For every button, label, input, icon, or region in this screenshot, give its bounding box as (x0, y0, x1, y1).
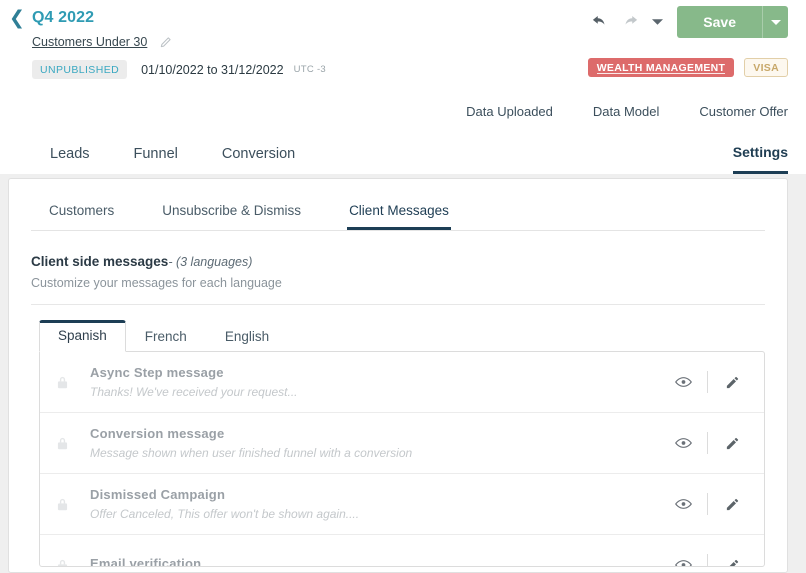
list-item-text: Email verification (70, 555, 667, 567)
section-title-text: Client side messages (31, 254, 169, 269)
settings-panel: Customers Unsubscribe & Dismiss Client M… (8, 178, 788, 573)
undo-arrow-icon[interactable] (587, 9, 613, 35)
eye-icon[interactable] (667, 491, 699, 517)
tab-settings[interactable]: Settings (732, 144, 788, 174)
redo-arrow-icon[interactable] (617, 9, 643, 35)
top-navigation-lower: Leads Funnel Conversion Settings (0, 126, 806, 174)
nav-item-data-uploaded[interactable]: Data Uploaded (466, 104, 553, 119)
tab-leads[interactable]: Leads (50, 146, 90, 174)
tag-visa[interactable]: VISA (744, 57, 788, 77)
list-item-actions (667, 552, 748, 566)
language-tab-english[interactable]: English (206, 321, 288, 352)
pencil-icon[interactable] (716, 369, 748, 395)
message-title: Conversion message (90, 425, 225, 441)
section-header: Client side messages- (3 languages) Cust… (31, 231, 765, 305)
subtab-unsubscribe-dismiss[interactable]: Unsubscribe & Dismiss (160, 203, 303, 230)
section-title: Client side messages- (3 languages) (31, 253, 765, 271)
action-divider (707, 432, 708, 454)
list-item-actions (667, 430, 748, 456)
timezone-label: UTC -3 (293, 64, 327, 75)
main-panel-wrapper: Customers Unsubscribe & Dismiss Client M… (0, 174, 806, 573)
eye-icon[interactable] (667, 430, 699, 456)
segment-link[interactable]: Customers Under 30 (32, 35, 147, 49)
pencil-icon[interactable] (716, 430, 748, 456)
pencil-icon[interactable] (716, 552, 748, 566)
nav-item-customer-offer[interactable]: Customer Offer (699, 104, 788, 119)
subtab-client-messages[interactable]: Client Messages (347, 203, 451, 230)
page-header: ❮ Q4 2022 Customers Under 30 UNPUBLISHED… (0, 0, 806, 96)
section-title-suffix: - (3 languages) (168, 255, 253, 269)
edit-segment-pencil-icon[interactable] (159, 35, 173, 49)
history-chevron-down-icon[interactable] (647, 9, 667, 35)
save-button-group: Save (677, 6, 788, 38)
campaign-tags: WEALTH MANAGEMENT VISA (587, 56, 788, 78)
nav-item-data-model[interactable]: Data Model (593, 104, 659, 119)
list-item[interactable]: Async Step message Thanks! We've receive… (40, 352, 764, 413)
date-range-label: 01/10/2022 to 31/12/2022 (141, 62, 284, 77)
lock-icon (54, 376, 70, 389)
eye-icon[interactable] (667, 369, 699, 395)
language-tab-french[interactable]: French (126, 321, 206, 352)
client-messages-list: Async Step message Thanks! We've receive… (39, 351, 765, 567)
back-navigation-chevron-left-icon[interactable]: ❮ (8, 8, 26, 28)
list-item-text: Conversion message Message shown when us… (70, 425, 667, 462)
lock-icon (54, 498, 70, 511)
message-title: Async Step message (90, 364, 224, 380)
tab-conversion[interactable]: Conversion (222, 146, 295, 174)
header-actions: Save (587, 6, 788, 38)
tag-wealth-management[interactable]: WEALTH MANAGEMENT (587, 57, 735, 77)
lock-icon (54, 559, 70, 566)
message-description: Thanks! We've received your request... (90, 384, 298, 399)
lock-icon (54, 437, 70, 450)
save-options-chevron-down-icon[interactable] (762, 6, 788, 38)
language-tabs: Spanish French English (31, 319, 765, 352)
message-description: Offer Canceled, This offer won't be show… (90, 506, 360, 521)
list-item[interactable]: Conversion message Message shown when us… (40, 413, 764, 474)
list-item[interactable]: Email verification (40, 535, 764, 567)
action-divider (707, 493, 708, 515)
list-item-text: Dismissed Campaign Offer Canceled, This … (70, 486, 667, 523)
status-badge[interactable]: UNPUBLISHED (32, 60, 128, 79)
action-divider (707, 371, 708, 393)
top-navigation: Data Uploaded Data Model Customer Offer … (0, 96, 806, 174)
message-description: Message shown when user finished funnel … (90, 445, 413, 460)
list-item-actions (667, 491, 748, 517)
tab-funnel[interactable]: Funnel (134, 146, 178, 174)
list-item[interactable]: Dismissed Campaign Offer Canceled, This … (40, 474, 764, 535)
save-button[interactable]: Save (677, 6, 762, 38)
pencil-icon[interactable] (716, 491, 748, 517)
top-navigation-upper: Data Uploaded Data Model Customer Offer (0, 96, 806, 126)
settings-subtabs: Customers Unsubscribe & Dismiss Client M… (31, 179, 765, 231)
action-divider (707, 554, 708, 566)
message-title: Email verification (90, 556, 202, 567)
language-tab-spanish[interactable]: Spanish (39, 320, 126, 352)
list-item-actions (667, 369, 748, 395)
subtab-customers[interactable]: Customers (47, 203, 116, 230)
message-title: Dismissed Campaign (90, 486, 226, 502)
eye-icon[interactable] (667, 552, 699, 566)
section-subtitle: Customize your messages for each languag… (31, 276, 282, 290)
list-item-text: Async Step message Thanks! We've receive… (70, 364, 667, 401)
section-divider (31, 304, 765, 305)
